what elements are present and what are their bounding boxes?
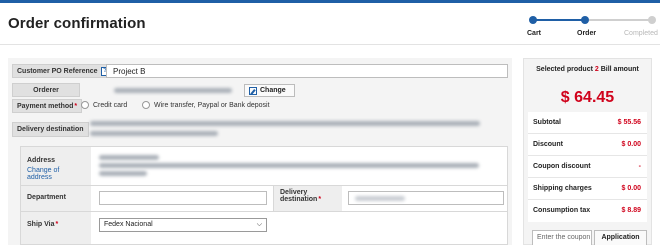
row-divider: [21, 185, 507, 186]
step-completed-label: Completed: [624, 30, 658, 37]
payment-method-label: Payment method *: [12, 99, 83, 113]
orderer-info-redacted: [114, 88, 232, 93]
summary-heading: Selected product 2 Bill amount: [536, 66, 639, 73]
summary-breakdown: Subtotal $ 55.56 Discount $ 0.00 Coupon di…: [528, 112, 647, 222]
apply-coupon-button[interactable]: Application: [594, 230, 647, 245]
edit-icon: [249, 86, 257, 95]
order-form: Customer PO Reference ? Orderer Change P…: [8, 58, 512, 245]
ship-via-cell-label: Ship Via*: [21, 212, 91, 244]
stepper-line-pending: [589, 19, 651, 21]
change-orderer-button[interactable]: Change: [244, 84, 295, 97]
po-reference-label: Customer PO Reference ?: [12, 64, 115, 78]
delivery-destination-label: Delivery destination: [12, 122, 89, 137]
ship-via-select[interactable]: Fedex Nacional ⌵: [99, 218, 267, 232]
checkout-stepper: Cart Order Completed: [527, 16, 658, 40]
stepper-line-done: [533, 19, 583, 21]
summary-row-subtotal: Subtotal $ 55.56: [528, 112, 647, 134]
po-reference-input[interactable]: [106, 64, 508, 78]
row-divider: [21, 211, 507, 212]
summary-row-shipping: Shipping charges $ 0.00: [528, 178, 647, 200]
step-order-dot: [581, 16, 589, 24]
title-divider: [0, 44, 660, 45]
summary-row-coupon-discount: Coupon discount -: [528, 156, 647, 178]
step-cart-dot: [529, 16, 537, 24]
chevron-down-icon: ⌵: [256, 221, 262, 228]
address-redacted-line3: [99, 171, 147, 176]
summary-row-tax: Consumption tax $ 8.89: [533, 207, 641, 214]
orderer-label: Orderer: [12, 83, 80, 97]
radio-button[interactable]: [142, 101, 150, 109]
summary-row-discount: Discount $ 0.00: [528, 134, 647, 156]
delivery-address-redacted-line1: [90, 121, 480, 126]
change-address-link[interactable]: Change of address: [27, 167, 85, 181]
payment-option-wire-transfer[interactable]: Wire transfer, Paypal or Bank deposit: [142, 101, 270, 109]
step-order-label: Order: [577, 30, 597, 37]
payment-option-credit-card[interactable]: Credit card: [81, 101, 127, 109]
page-title: Order confirmation: [8, 15, 146, 32]
delivery-destination-redacted: [355, 196, 405, 201]
step-completed-dot: [648, 16, 656, 24]
department-input[interactable]: [99, 191, 267, 205]
bill-total: $ 64.45: [560, 89, 615, 106]
department-cell-label: Department: [21, 186, 91, 211]
radio-button[interactable]: [81, 101, 89, 109]
delivery-destination-cell-label: Delivery destination*: [274, 186, 342, 211]
coupon-input[interactable]: Enter the coupon: [532, 230, 592, 245]
delivery-destination-input[interactable]: [348, 191, 504, 205]
shipping-details-table: Address Change of address Department Del…: [20, 146, 508, 245]
address-cell-label: Address Change of address: [21, 147, 91, 185]
address-redacted-line2: [99, 163, 479, 168]
top-accent-bar: [0, 0, 660, 3]
step-cart-label: Cart: [527, 30, 542, 37]
order-summary-panel: Selected product 2 Bill amount $ 64.45 S…: [523, 58, 652, 245]
delivery-address-redacted-line2: [90, 131, 218, 136]
address-redacted-line1: [99, 155, 159, 160]
